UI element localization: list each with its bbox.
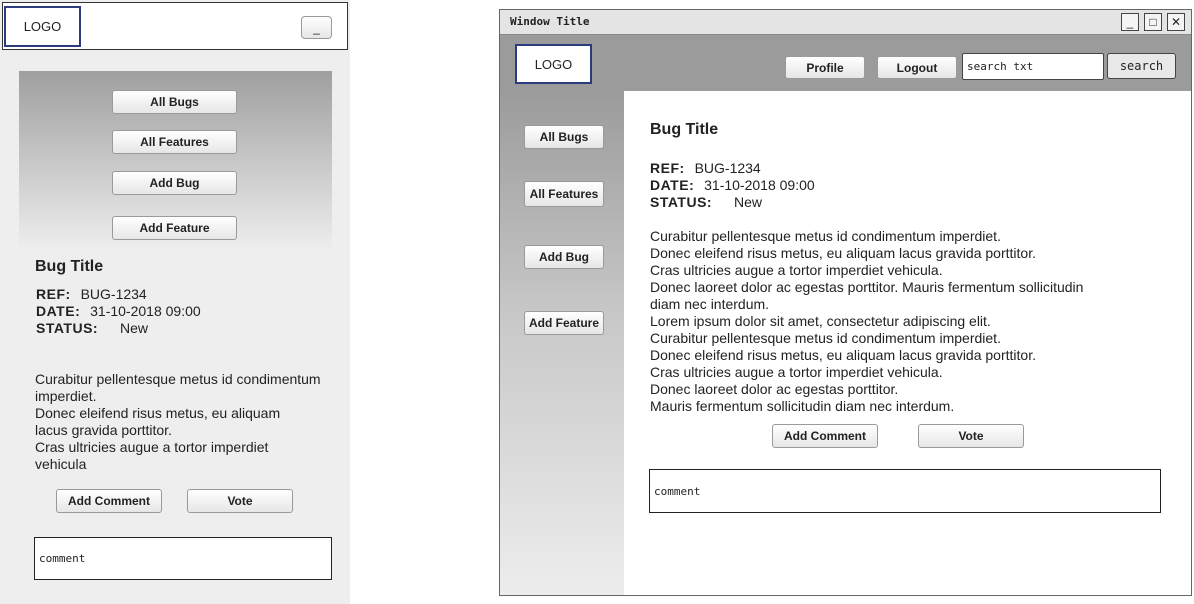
description-line: Mauris fermentum sollicitudin diam nec i… [650,398,955,414]
window-title: Window Title [510,15,590,28]
mobile-date-label: DATE: [36,303,81,319]
search-input[interactable]: search txt [962,53,1104,80]
description-line: Cras ultricies augue a tortor imperdiet [35,439,269,455]
description-line: Curabitur pellentesque metus id condimen… [35,371,321,387]
description-line: Cras ultricies augue a tortor imperdiet … [650,364,943,380]
desktop-status-label: STATUS: [650,194,713,210]
description-line: Donec eleifend risus metus, eu aliquam [35,405,281,421]
sidebar-item-add-bug[interactable]: Add Bug [524,245,604,269]
mobile-ref-value: BUG-1234 [80,286,147,302]
window-minimize-icon[interactable]: _ [1121,13,1139,31]
mobile-comment-input[interactable]: comment [34,537,332,580]
desktop-ref-row: REF: BUG-1234 [650,160,815,177]
desktop-bug-meta: REF: BUG-1234 DATE: 31-10-2018 09:00 STA… [650,160,815,211]
logout-button[interactable]: Logout [877,56,957,79]
mobile-menu-toggle-button[interactable]: _ [301,16,332,39]
search-button[interactable]: search [1107,53,1176,79]
description-line: Donec eleifend risus metus, eu aliquam l… [650,347,1036,363]
description-line: Lorem ipsum dolor sit amet, consectetur … [650,313,991,329]
mobile-vote-button[interactable]: Vote [187,489,293,513]
window-titlebar[interactable] [500,10,1191,35]
description-line: diam nec interdum. [650,296,770,312]
mobile-bug-title: Bug Title [35,258,104,275]
description-line: vehicula [35,456,87,472]
description-line: Donec laoreet dolor ac egestas porttitor… [650,381,899,397]
window-maximize-icon[interactable]: □ [1144,13,1162,31]
desktop-status-value: New [733,194,762,210]
mobile-status-row: STATUS: New [36,320,201,337]
description-line: Donec eleifend risus metus, eu aliquam l… [650,245,1036,261]
desktop-date-value: 31-10-2018 09:00 [704,177,815,193]
desktop-vote-button[interactable]: Vote [918,424,1024,448]
mobile-date-value: 31-10-2018 09:00 [90,303,201,319]
description-line: Curabitur pellentesque metus id condimen… [650,330,1001,346]
mobile-status-value: New [119,320,148,336]
mobile-logo[interactable]: LOGO [4,6,81,47]
mobile-bug-description: Curabitur pellentesque metus id condimen… [35,371,335,473]
description-line: lacus gravida porttitor. [35,422,172,438]
description-line: Curabitur pellentesque metus id condimen… [650,228,1001,244]
description-line: Donec laoreet dolor ac egestas porttitor… [650,279,1084,295]
sidebar-item-add-feature[interactable]: Add Feature [524,311,604,335]
mobile-add-comment-button[interactable]: Add Comment [56,489,162,513]
mobile-nav-all-bugs-button[interactable]: All Bugs [112,90,237,114]
description-line: Cras ultricies augue a tortor imperdiet … [650,262,943,278]
mobile-ref-row: REF: BUG-1234 [36,286,201,303]
window-close-icon[interactable]: ✕ [1167,13,1185,31]
desktop-bug-description: Curabitur pellentesque metus id condimen… [650,228,1170,415]
desktop-add-comment-button[interactable]: Add Comment [772,424,878,448]
mobile-date-row: DATE: 31-10-2018 09:00 [36,303,201,320]
mobile-nav-all-features-button[interactable]: All Features [112,130,237,154]
desktop-ref-value: BUG-1234 [694,160,761,176]
desktop-status-row: STATUS: New [650,194,815,211]
mobile-nav-add-bug-button[interactable]: Add Bug [112,171,237,195]
desktop-date-label: DATE: [650,177,695,193]
mobile-ref-label: REF: [36,286,71,302]
mobile-status-label: STATUS: [36,320,99,336]
mobile-nav-add-feature-button[interactable]: Add Feature [112,216,237,240]
sidebar-item-all-features[interactable]: All Features [524,181,604,207]
desktop-ref-label: REF: [650,160,685,176]
desktop-comment-input[interactable]: comment [649,469,1161,513]
profile-button[interactable]: Profile [785,56,865,79]
mobile-bug-meta: REF: BUG-1234 DATE: 31-10-2018 09:00 STA… [36,286,201,337]
sidebar-item-all-bugs[interactable]: All Bugs [524,125,604,149]
desktop-logo[interactable]: LOGO [515,44,592,84]
desktop-date-row: DATE: 31-10-2018 09:00 [650,177,815,194]
desktop-sidebar [500,91,624,595]
description-line: imperdiet. [35,388,97,404]
desktop-bug-title: Bug Title [650,121,719,138]
